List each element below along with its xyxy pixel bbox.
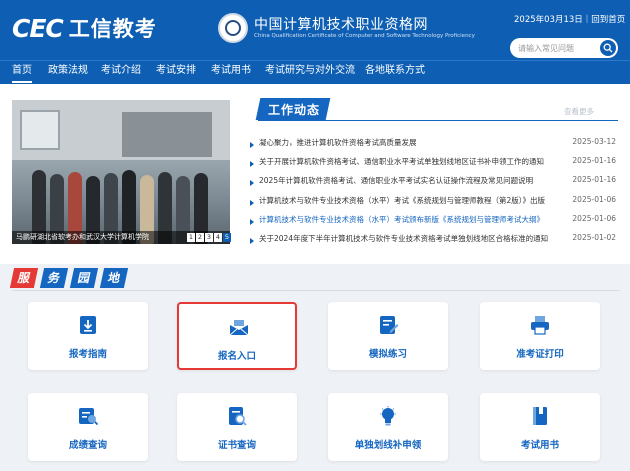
- main-nav: 首页 政策法规 考试介绍 考试安排 考试用书 考试研究与对外交流 各地联系方式: [0, 60, 630, 84]
- book-icon: [533, 407, 547, 425]
- lightbulb-icon: [380, 406, 396, 426]
- nav-policies[interactable]: 政策法规: [48, 61, 88, 85]
- bullet-icon: [250, 142, 254, 148]
- news-item[interactable]: 凝心聚力，推进计算机软件资格考试高质量发展 2025-03-12: [250, 136, 618, 155]
- search-box: [510, 38, 618, 58]
- carousel-page-1[interactable]: 1: [187, 233, 195, 242]
- carousel-page-3[interactable]: 3: [205, 233, 213, 242]
- news-section-title: 工作动态: [268, 103, 321, 117]
- certificate-query-icon: [229, 407, 247, 426]
- bullet-icon: [250, 161, 254, 168]
- services-heading-char: 服: [9, 268, 39, 288]
- news-list: 凝心聚力，推进计算机软件资格考试高质量发展 2025-03-12 关于开展计算机…: [250, 136, 618, 251]
- nav-exam-schedule[interactable]: 考试安排: [156, 61, 196, 85]
- guide-icon: [80, 316, 96, 334]
- news-item[interactable]: 关于2024年度下半年计算机技术与软件专业技术资格考试单独划线地区合格标准的通知…: [250, 232, 618, 251]
- service-card-score-query[interactable]: 成绩查询: [28, 393, 148, 461]
- news-divider: [258, 120, 618, 121]
- news-item[interactable]: 计算机技术与软件专业技术资格（水平）考试颁布新版《系统规划与管理师考试大纲》 2…: [250, 213, 618, 232]
- nav-exam-intro[interactable]: 考试介绍: [101, 61, 141, 85]
- news-more-link[interactable]: 查看更多: [564, 106, 594, 117]
- nav-home[interactable]: 首页: [12, 61, 32, 85]
- seal-icon: [218, 13, 248, 43]
- nav-exam-books[interactable]: 考试用书: [211, 61, 251, 85]
- date-home-link[interactable]: 2025年03月13日｜回到首页: [514, 13, 625, 25]
- search-button[interactable]: [600, 40, 616, 56]
- service-card-practice[interactable]: 模拟练习: [328, 302, 448, 370]
- news-item[interactable]: 2025年计算机软件资格考试、通信职业水平考试实名认证操作流程及常见问题说明 2…: [250, 174, 618, 193]
- printer-icon: [531, 316, 549, 335]
- nav-research-exchange[interactable]: 考试研究与对外交流: [265, 61, 355, 85]
- carousel-page-2[interactable]: 2: [196, 233, 204, 242]
- service-card-admission-print[interactable]: 准考证打印: [480, 302, 600, 370]
- bullet-icon: [250, 237, 254, 244]
- search-icon: [603, 43, 613, 53]
- nav-local-contacts[interactable]: 各地联系方式: [365, 61, 425, 85]
- bullet-icon: [250, 199, 254, 206]
- services-heading-char: 务: [39, 268, 69, 288]
- bullet-icon: [250, 218, 254, 225]
- service-card-registration[interactable]: 报名入口: [177, 302, 297, 370]
- bullet-icon: [250, 180, 254, 187]
- carousel-pager: 1 2 3 4 5: [186, 233, 231, 242]
- news-item[interactable]: 计算机技术与软件专业技术资格（水平）考试《系统规划与管理师教程（第2版）》出版 …: [250, 194, 618, 213]
- registration-icon: [229, 320, 249, 336]
- site-logo[interactable]: CEC 工信教考: [12, 14, 157, 44]
- services-divider: [12, 290, 620, 291]
- logo-mark: CEC: [12, 14, 64, 43]
- org-name-cn: 中国计算机技术职业资格网: [254, 17, 428, 33]
- service-card-exam-books[interactable]: 考试用书: [480, 393, 600, 461]
- service-card-exam-guide[interactable]: 报考指南: [28, 302, 148, 370]
- services-heading: 服 务 园 地: [9, 268, 132, 292]
- logo-text: 工信教考: [68, 17, 157, 41]
- news-carousel-image[interactable]: [12, 100, 230, 244]
- service-card-reissue[interactable]: 单独划线补申领: [328, 393, 448, 461]
- practice-icon: [380, 316, 399, 334]
- site-header: CEC 工信教考 中国计算机技术职业资格网 China Qualificatio…: [0, 0, 630, 60]
- score-query-icon: [79, 408, 99, 426]
- search-input[interactable]: [518, 41, 596, 55]
- carousel-page-4[interactable]: 4: [214, 233, 222, 242]
- services-heading-char: 园: [69, 268, 99, 288]
- carousel-page-5[interactable]: 5: [223, 233, 231, 242]
- service-card-certificate-query[interactable]: 证书查询: [177, 393, 297, 461]
- services-heading-char: 地: [99, 268, 129, 288]
- org-name-en: China Qualification Certificate of Compu…: [254, 33, 475, 39]
- news-item[interactable]: 关于开展计算机软件资格考试、通信职业水平考试单独划线地区证书补申领工作的通知 2…: [250, 155, 618, 174]
